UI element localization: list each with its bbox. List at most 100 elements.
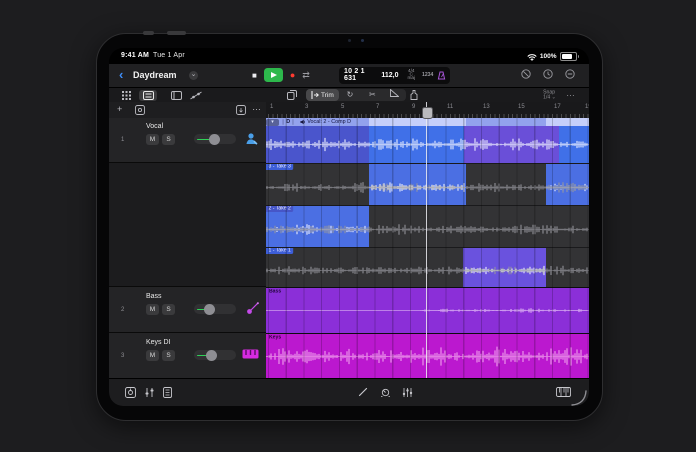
- mixer-button[interactable]: [144, 387, 155, 398]
- mixer-faders-button[interactable]: [402, 387, 413, 398]
- vocal-comp-region[interactable]: [266, 126, 589, 163]
- trim-tool-label: Trim: [321, 91, 334, 99]
- count-in-button[interactable]: 1234: [422, 72, 433, 77]
- volume-down-button: [167, 31, 186, 35]
- pencil-editor-button[interactable]: [358, 387, 368, 397]
- snap-control[interactable]: Snap 1/4 ⌄: [543, 90, 556, 100]
- track-alternatives-icon[interactable]: [135, 105, 145, 115]
- take-waveform: [266, 256, 589, 285]
- bass-waveform: [266, 292, 589, 329]
- trim-tool-button[interactable]: Trim: [306, 89, 339, 101]
- controls-knob-button[interactable]: [380, 387, 391, 398]
- metronome-button[interactable]: [437, 71, 446, 80]
- lcd-tempo: 112,0: [381, 71, 399, 79]
- tracks-view-button[interactable]: [139, 89, 157, 101]
- track-name: Bass: [146, 293, 162, 300]
- add-track-button[interactable]: +: [117, 104, 122, 114]
- take-lane-3[interactable]: 3 - Take 3: [266, 163, 589, 205]
- lcd-signature-key: 4/4 C maj: [405, 69, 416, 81]
- project-title[interactable]: Daydream: [133, 70, 177, 80]
- toolbar-right-buttons: [521, 69, 575, 79]
- grid-view-icon[interactable]: [117, 90, 135, 101]
- collapse-button[interactable]: [565, 69, 575, 79]
- lcd-playhead-position: 10 2 1 631: [344, 68, 365, 82]
- arrange-area[interactable]: 1 3 5 7 9 11 13 15 17 19: [266, 102, 589, 379]
- playhead-handle[interactable]: [422, 107, 433, 119]
- history-button[interactable]: [543, 69, 553, 79]
- mute-solo-group: M S: [146, 350, 175, 361]
- keys-region[interactable]: Keys: [266, 333, 589, 379]
- solo-button[interactable]: S: [162, 134, 175, 145]
- mute-button[interactable]: M: [146, 304, 159, 315]
- regions-view-icon[interactable]: [167, 90, 185, 101]
- vocalist-icon: [245, 132, 259, 146]
- front-camera: [348, 39, 351, 42]
- region-label: Bass: [269, 289, 282, 295]
- record-button[interactable]: ●: [290, 70, 295, 80]
- mute-solo-group: M S: [146, 134, 175, 145]
- take-label[interactable]: 1 - Take 1: [266, 248, 294, 254]
- mute-button[interactable]: M: [146, 350, 159, 361]
- bar-number: 1: [270, 104, 274, 110]
- track-header-bass[interactable]: 2 Bass M S: [109, 287, 266, 333]
- track-header-vocal[interactable]: 1 Vocal M S: [109, 118, 266, 163]
- take-lane-2[interactable]: 2 - Take 2: [266, 205, 589, 247]
- fade-tool-button[interactable]: [384, 88, 406, 101]
- solo-button[interactable]: S: [162, 350, 175, 361]
- cycle-button[interactable]: ⇄: [302, 70, 310, 81]
- bar-number: 3: [305, 104, 309, 110]
- bar-number: 13: [483, 104, 490, 110]
- bass-region[interactable]: Bass: [266, 287, 589, 333]
- bar-number: 11: [447, 104, 454, 110]
- volume-slider[interactable]: [194, 133, 236, 145]
- region-label: Keys: [269, 335, 282, 341]
- comp-region-title-row: Vocal: 2 - Comp D: [300, 119, 351, 125]
- tools-overflow-button[interactable]: …: [566, 88, 575, 98]
- take-label[interactable]: 3 - Take 3: [266, 164, 294, 170]
- battery-percent: 100%: [539, 53, 557, 60]
- mute-button[interactable]: M: [146, 134, 159, 145]
- project-menu-chevron-icon[interactable]: ⌄: [189, 71, 198, 80]
- keyboard-icon: [242, 349, 259, 359]
- bar-number: 7: [376, 104, 380, 110]
- mute-solo-group: M S: [146, 304, 175, 315]
- ipad-device-frame: 9:41 AM Tue 1 Apr 100% ‹ Daydream ⌄ ■ ● …: [96, 31, 603, 421]
- take-label[interactable]: 2 - Take 2: [266, 206, 294, 212]
- keys-waveform: [266, 338, 589, 375]
- playhead-line[interactable]: [426, 102, 427, 378]
- track-header-keys[interactable]: 3 Keys DI M S: [109, 333, 266, 379]
- volume-up-button: [143, 31, 154, 35]
- stop-button[interactable]: ■: [252, 71, 257, 80]
- vocal-comp-waveform: [266, 128, 589, 161]
- browser-button[interactable]: [125, 387, 136, 398]
- track-header-more-button[interactable]: …: [252, 102, 261, 112]
- automation-view-icon[interactable]: [187, 90, 205, 101]
- split-tool-button[interactable]: ✂: [361, 89, 383, 101]
- play-button[interactable]: [263, 68, 283, 82]
- undo-button[interactable]: [521, 69, 531, 79]
- edit-tools-group: Trim ↻ ✂: [306, 88, 406, 101]
- bar-number: 17: [554, 104, 561, 110]
- count-in-metronome-group: 1234: [417, 66, 450, 84]
- copy-tool-icon[interactable]: [283, 90, 301, 101]
- take-folder-disclosure-button[interactable]: ▾: [266, 118, 279, 126]
- corner-gesture-indicator[interactable]: [571, 390, 587, 406]
- comp-badge[interactable]: D: [282, 119, 294, 125]
- back-button[interactable]: ‹: [119, 67, 123, 82]
- solo-button[interactable]: S: [162, 304, 175, 315]
- volume-slider[interactable]: [194, 303, 236, 315]
- loop-tool-button[interactable]: ↻: [339, 89, 361, 101]
- lcd-key: C maj: [406, 72, 415, 81]
- plugins-button[interactable]: [163, 387, 172, 398]
- track-number: 3: [121, 353, 125, 359]
- take-lane-1[interactable]: 1 - Take 1: [266, 247, 589, 287]
- volume-slider[interactable]: [194, 349, 236, 361]
- piano-keyboard-button[interactable]: [556, 387, 571, 397]
- track-number: 2: [121, 307, 125, 313]
- ios-status-bar: 9:41 AM Tue 1 Apr 100%: [109, 48, 589, 64]
- track-zoom-icon[interactable]: [236, 105, 246, 115]
- glue-tool-button[interactable]: [408, 90, 420, 101]
- lcd-display[interactable]: 10 2 1 631 112,0 4/4 C maj: [339, 66, 423, 84]
- region-lanes: ▾ D Vocal: 2 - Comp D 3 - Take 3 2 - Tak…: [266, 118, 589, 379]
- take-folder-header[interactable]: ▾ D Vocal: 2 - Comp D: [266, 118, 589, 126]
